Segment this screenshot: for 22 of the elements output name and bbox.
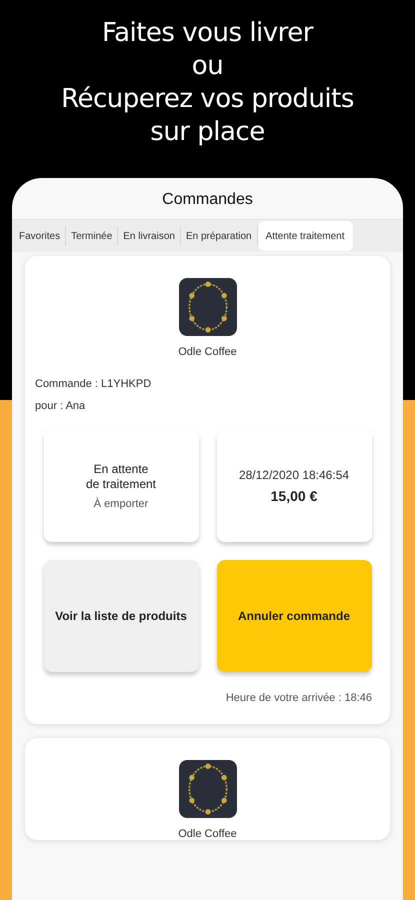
tab[interactable]: Attente traitement: [258, 221, 353, 251]
arrival-time: Heure de votre arrivée : 18:46: [224, 692, 373, 704]
screen-title: Commandes: [161, 190, 254, 210]
status-text: En attente de traitement: [86, 462, 156, 492]
order-total: 15,00 €: [270, 488, 318, 504]
shop-logo-icon: [178, 278, 236, 336]
shop-name: Odle Coffee: [178, 346, 237, 358]
headline-text: Récuperez vos produits: [61, 83, 354, 116]
headline-text: Faites vous livrer: [102, 17, 313, 50]
shop-logo-icon: [178, 760, 236, 818]
tab[interactable]: Terminée: [66, 226, 118, 246]
order-detail: Commande : L1YHKPD: [35, 378, 152, 390]
tab[interactable]: En livraison: [118, 226, 181, 246]
order-date: 28/12/2020 18:46:54: [238, 468, 350, 482]
delivery-mode: À emporter: [94, 498, 148, 510]
tab[interactable]: Favorites: [14, 226, 66, 246]
product-list-button[interactable]: Voir la liste de produits: [44, 560, 198, 672]
shop-name: Odle Coffee: [178, 828, 237, 840]
headline-text: sur place: [150, 116, 265, 149]
order-detail: pour : Ana: [35, 400, 86, 412]
headline-text: ou: [192, 50, 224, 83]
cancel-order-button[interactable]: Annuler commande: [216, 560, 372, 672]
